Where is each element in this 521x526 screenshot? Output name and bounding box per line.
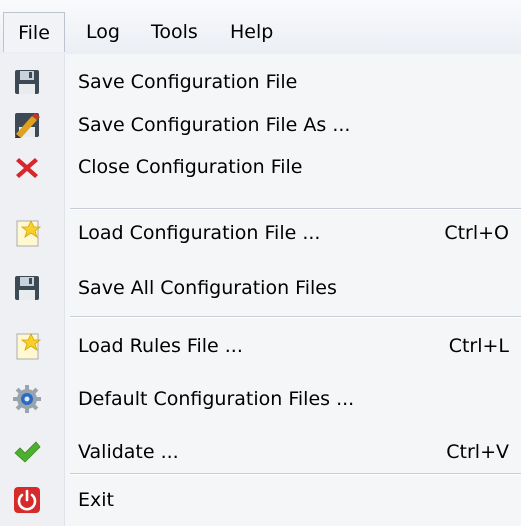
file-dropdown-menu: Save Configuration File Save Configurati… [0, 54, 521, 526]
floppy-disk-icon [15, 276, 39, 300]
menu-item-label: Save All Configuration Files [78, 277, 337, 299]
document-star-icon [16, 333, 42, 360]
menu-separator [70, 316, 521, 318]
menu-separator [70, 208, 521, 210]
menu-item-label: Save Configuration File [78, 71, 298, 93]
floppy-pencil-icon [15, 113, 40, 138]
menu-item-label: Default Configuration Files ... [78, 388, 355, 410]
menu-item-save-all-configuration[interactable]: Save All Configuration Files [0, 268, 521, 308]
menu-item-shortcut: Ctrl+O [444, 222, 509, 244]
menu-item-save-configuration-as[interactable]: Save Configuration File As ... [0, 105, 521, 145]
menu-item-default-configuration[interactable]: Default Configuration Files ... [0, 379, 521, 419]
green-check-icon [14, 441, 41, 463]
menu-item-save-configuration[interactable]: Save Configuration File [0, 62, 521, 102]
menu-item-label: Validate ... [78, 441, 179, 463]
floppy-disk-icon [15, 70, 39, 94]
menu-tools[interactable]: Tools [151, 17, 198, 47]
gear-icon [13, 385, 41, 413]
menu-item-shortcut: Ctrl+L [448, 335, 509, 357]
menu-item-label: Load Configuration File ... [78, 222, 321, 244]
red-x-icon [16, 158, 38, 178]
menu-item-label: Close Configuration File [78, 156, 303, 178]
menu-item-label: Load Rules File ... [78, 335, 243, 357]
menu-item-load-rules[interactable]: Load Rules File ... Ctrl+L [0, 326, 521, 366]
power-icon [14, 487, 40, 513]
menu-item-label: Save Configuration File As ... [78, 114, 351, 136]
menu-help[interactable]: Help [230, 17, 273, 47]
menu-item-close-configuration[interactable]: Close Configuration File [0, 147, 521, 187]
menu-file[interactable]: File [3, 12, 65, 52]
menu-bar: File Log Tools Help [0, 0, 521, 61]
menu-item-label: Exit [78, 489, 114, 511]
document-star-icon [16, 220, 42, 247]
menu-separator [70, 473, 521, 475]
menu-item-load-configuration[interactable]: Load Configuration File ... Ctrl+O [0, 213, 521, 253]
menu-item-shortcut: Ctrl+V [446, 441, 509, 463]
menu-item-validate[interactable]: Validate ... Ctrl+V [0, 432, 521, 472]
menu-item-exit[interactable]: Exit [0, 480, 521, 520]
menu-log[interactable]: Log [86, 17, 120, 47]
